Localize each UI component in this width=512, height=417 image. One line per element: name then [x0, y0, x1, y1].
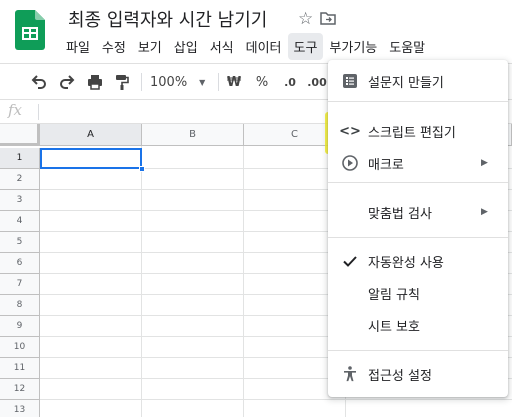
row-header[interactable]: 9	[0, 316, 40, 337]
toolbar-separator	[218, 73, 219, 91]
select-all-corner[interactable]	[0, 124, 40, 146]
star-icon[interactable]: ☆	[298, 9, 313, 29]
menu-item-label: 스크립트 편집기	[368, 125, 456, 141]
row-header[interactable]: 13	[0, 400, 40, 417]
grid-line	[40, 399, 512, 400]
percent-button[interactable]: %	[255, 73, 269, 91]
fill-handle[interactable]	[139, 166, 145, 172]
tools-menu-dropdown: 설문지 만들기 <> 스크립트 편집기 매크로 ▶ 맞춤법 검사 ▶ 자동완성 …	[328, 60, 508, 397]
menubar: 파일 수정 보기 삽입 서식 데이터 도구 부가기능 도움말	[60, 32, 431, 60]
zoom-value: 100%	[150, 74, 188, 90]
form-icon	[343, 74, 357, 88]
decrease-decimal-button[interactable]: .0	[280, 73, 300, 91]
row-header[interactable]: 12	[0, 379, 40, 400]
menu-item-label: 시트 보호	[368, 319, 420, 335]
menu-item-label: 접근성 설정	[368, 368, 432, 384]
currency-button[interactable]: ₩	[227, 73, 241, 91]
redo-icon[interactable]	[58, 73, 76, 91]
row-header[interactable]: 11	[0, 358, 40, 379]
menu-item-accessibility[interactable]: 접근성 설정	[328, 359, 508, 389]
menu-addons[interactable]: 부가기능	[323, 33, 383, 60]
menu-item-macros[interactable]: 매크로 ▶	[328, 148, 508, 178]
chevron-down-icon: ▼	[199, 77, 206, 87]
print-icon[interactable]	[86, 73, 104, 91]
grid-line	[141, 146, 142, 417]
menu-separator	[328, 101, 508, 102]
menu-view[interactable]: 보기	[132, 33, 168, 60]
row-header[interactable]: 6	[0, 253, 40, 274]
paint-format-icon[interactable]	[114, 73, 130, 91]
menu-item-script-editor[interactable]: <> 스크립트 편집기	[328, 116, 508, 146]
menu-item-protect-sheet[interactable]: 시트 보호	[328, 310, 508, 340]
menu-item-label: 자동완성 사용	[368, 255, 444, 271]
toolbar-separator	[141, 73, 142, 91]
row-header[interactable]: 4	[0, 211, 40, 232]
row-header[interactable]: 2	[0, 169, 40, 190]
row-header[interactable]: 8	[0, 295, 40, 316]
play-circle-icon	[342, 155, 358, 171]
menu-file[interactable]: 파일	[60, 33, 96, 60]
menu-data[interactable]: 데이터	[240, 33, 288, 60]
row-header[interactable]: 10	[0, 337, 40, 358]
menu-separator	[328, 182, 508, 183]
sheets-window: 최종 입력자와 시간 남기기 ☆ 파일 수정 보기 삽입 서식 데이터 도구 부…	[0, 0, 512, 417]
grid-line	[243, 146, 244, 417]
sheets-logo-icon[interactable]	[15, 10, 45, 50]
menu-item-autocomplete[interactable]: 자동완성 사용	[328, 246, 508, 276]
menu-separator	[328, 237, 508, 238]
move-folder-icon[interactable]	[320, 11, 336, 25]
undo-icon[interactable]	[30, 73, 48, 91]
fx-label: fx	[8, 101, 23, 119]
formula-separator	[38, 104, 39, 120]
submenu-arrow-icon: ▶	[481, 207, 488, 217]
column-header-b[interactable]: B	[142, 124, 244, 146]
menu-separator	[328, 350, 508, 351]
code-icon: <>	[339, 123, 361, 139]
menu-item-label: 알림 규칙	[368, 287, 420, 303]
row-header[interactable]: 3	[0, 190, 40, 211]
row-header[interactable]: 7	[0, 274, 40, 295]
document-title[interactable]: 최종 입력자와 시간 남기기	[68, 6, 267, 32]
row-header[interactable]: 5	[0, 232, 40, 253]
zoom-select[interactable]: 100% ▼	[150, 73, 206, 91]
menu-item-label: 맞춤법 검사	[368, 206, 432, 222]
menu-item-create-form[interactable]: 설문지 만들기	[328, 66, 508, 96]
menu-insert[interactable]: 삽입	[168, 33, 204, 60]
accessibility-icon	[344, 366, 356, 382]
check-icon	[343, 256, 357, 267]
menu-tools[interactable]: 도구	[287, 32, 324, 60]
menu-format[interactable]: 서식	[204, 33, 240, 60]
row-header[interactable]: 1	[0, 148, 40, 169]
menu-item-label: 매크로	[368, 157, 404, 173]
menu-item-spelling[interactable]: 맞춤법 검사 ▶	[328, 197, 508, 227]
column-header-a[interactable]: A	[40, 124, 142, 146]
active-cell-a1[interactable]	[40, 148, 142, 169]
menu-item-notification-rules[interactable]: 알림 규칙	[328, 278, 508, 308]
menu-edit[interactable]: 수정	[96, 33, 132, 60]
menu-help[interactable]: 도움말	[383, 33, 431, 60]
submenu-arrow-icon: ▶	[481, 158, 488, 168]
menu-item-label: 설문지 만들기	[368, 75, 444, 91]
increase-decimal-button[interactable]: .00	[306, 73, 328, 91]
